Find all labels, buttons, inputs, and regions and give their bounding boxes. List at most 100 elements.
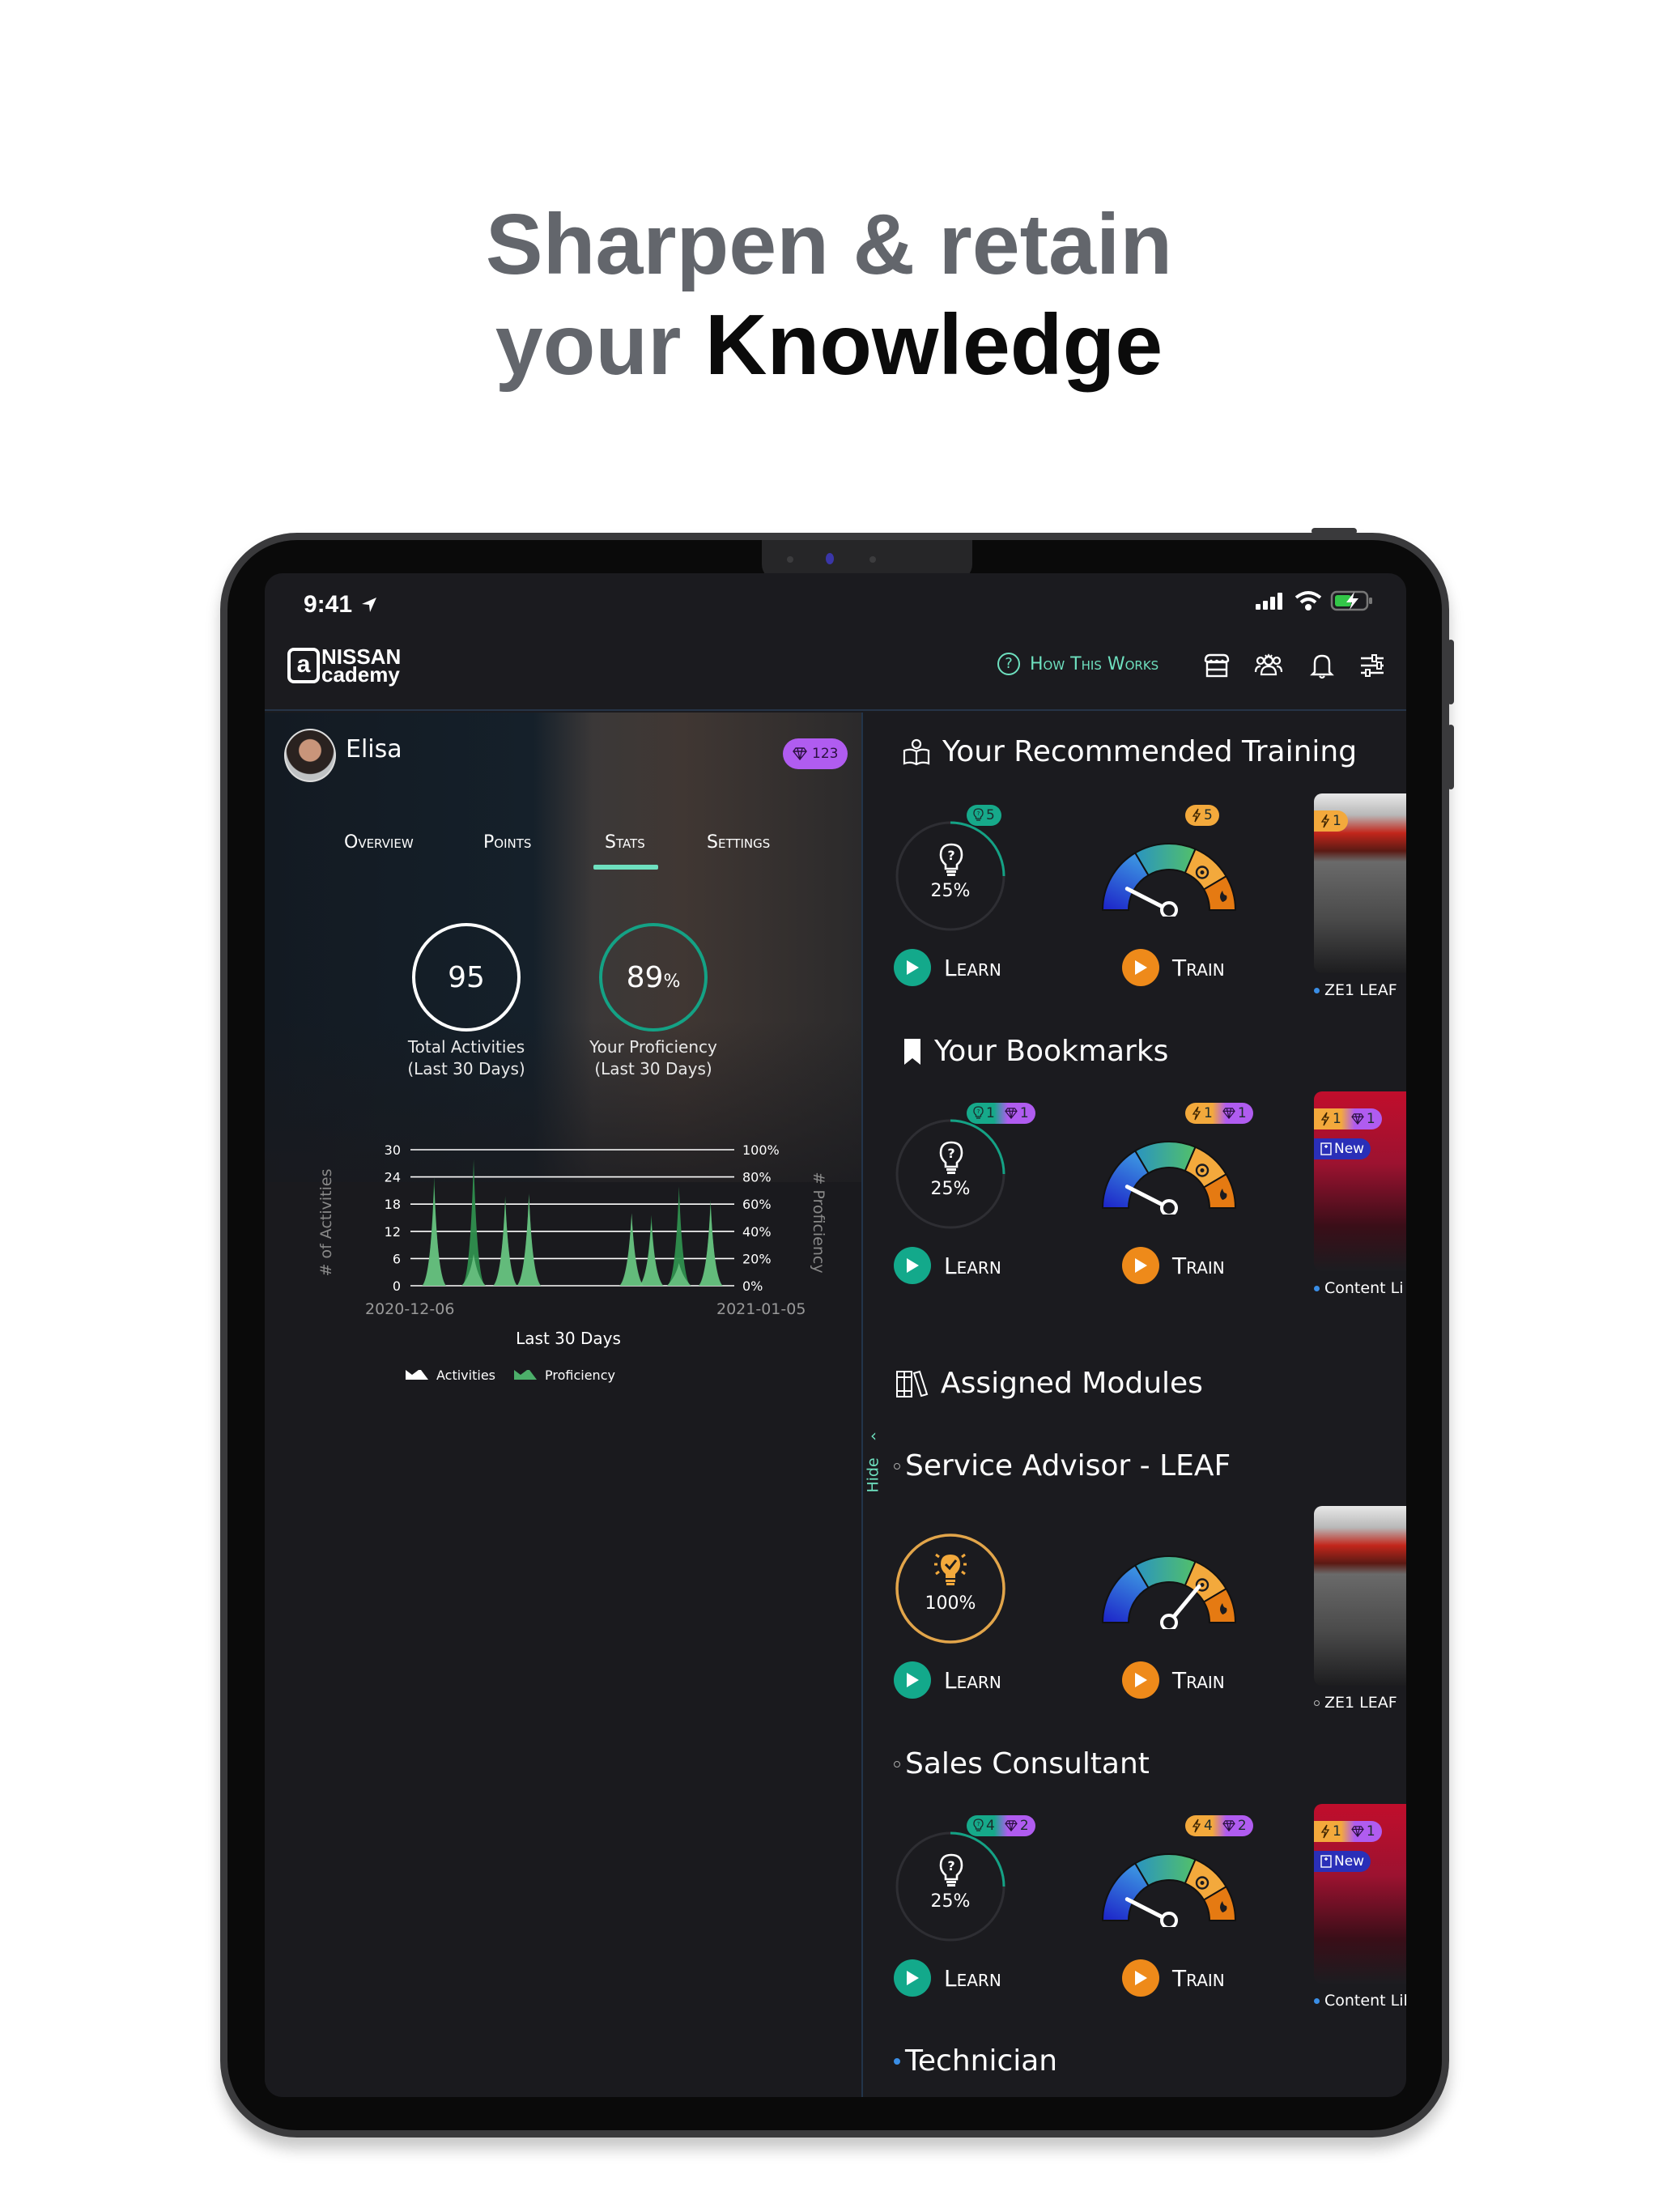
activities-peak <box>619 1213 644 1286</box>
train-button[interactable]: Train <box>1122 1661 1225 1699</box>
y-tick-label: 24 <box>385 1170 401 1185</box>
svg-text:?: ? <box>947 1146 954 1161</box>
activities-peak <box>493 1199 518 1286</box>
reading-person-icon <box>903 738 930 765</box>
gem-points-value: 1 <box>1366 1823 1375 1840</box>
play-circle <box>1122 1247 1159 1284</box>
train-points-pill: 5 <box>1185 805 1219 826</box>
legend-activities: Activities <box>406 1368 495 1383</box>
new-label: New <box>1334 1853 1365 1870</box>
train-gauge <box>1101 843 1237 917</box>
content-card[interactable] <box>1314 1506 1406 1686</box>
device-side-button <box>1448 640 1454 704</box>
learn-points-pill: ? 5 <box>967 805 1001 826</box>
learn-progress-value: 100% <box>925 1593 976 1614</box>
wifi-icon <box>1295 591 1322 610</box>
card-points-pill: 11 <box>1314 1108 1382 1129</box>
total-activities-label-line2: (Last 30 Days) <box>407 1059 525 1078</box>
bolt-points-value: 4 <box>1204 1818 1213 1834</box>
bolt-icon <box>1320 814 1330 828</box>
gem-points-value: 1 <box>1019 1105 1029 1121</box>
module-active-dot <box>894 2057 900 2065</box>
gauge-hub <box>1160 1614 1178 1629</box>
y-tick-label: 12 <box>385 1224 401 1240</box>
battery-charging-icon <box>1330 590 1372 611</box>
learn-button[interactable]: Learn <box>894 1959 1001 1997</box>
promo-headline-line1: Sharpen & retain <box>485 197 1173 292</box>
total-activities-label-line1: Total Activities <box>407 1037 525 1057</box>
gem-icon <box>1222 1820 1235 1831</box>
proficiency-label-line2: (Last 30 Days) <box>594 1059 712 1078</box>
bell-icon[interactable] <box>1307 651 1337 680</box>
play-circle <box>1122 1959 1159 1997</box>
lightbulb-complete-icon <box>934 1553 967 1585</box>
card-label: Content Li <box>1314 1279 1403 1297</box>
team-icon[interactable] <box>1254 651 1283 680</box>
module-name: Sales Consultant <box>905 1747 1150 1780</box>
signal-icon <box>1256 593 1282 610</box>
bulb-points-value: 1 <box>986 1105 995 1121</box>
learn-button[interactable]: Learn <box>894 949 1001 986</box>
module-heading[interactable]: Sales Consultant <box>894 1747 1150 1780</box>
proficiency-label: Your Proficiency (Last 30 Days) <box>572 1036 734 1080</box>
train-label: Train <box>1172 1964 1225 1992</box>
bolt-icon <box>1192 1106 1201 1121</box>
status-icons <box>1254 589 1374 612</box>
training-panel: Your Recommended Training ? 25%? 5 5 Learn T… <box>863 713 1406 2097</box>
recommended-training-title: Your Recommended Training <box>942 735 1358 768</box>
library-books-icon <box>896 1370 929 1397</box>
gem-points-value: 1 <box>1237 1105 1247 1121</box>
tab-overview[interactable]: Overview <box>344 832 414 853</box>
bookmarks-row: ? 25%? 1 1 1 1 Learn Train 1 1 New Content Li <box>863 1091 1406 1312</box>
lightbulb-question-icon: ? <box>939 1853 963 1887</box>
train-button[interactable]: Train <box>1122 949 1225 986</box>
y-axis-label: # of Activities <box>317 1169 335 1277</box>
train-button[interactable]: Train <box>1122 1959 1225 1997</box>
train-points-pill: 42 <box>1185 1815 1253 1836</box>
store-icon[interactable] <box>1202 651 1231 680</box>
proficiency-value: 89 <box>626 960 664 994</box>
train-button[interactable]: Train <box>1122 1247 1225 1284</box>
gem-points-value: 2 <box>1019 1818 1029 1834</box>
bolt-points-value: 1 <box>1333 1111 1341 1127</box>
recommended-training-row: ? 25%? 5 5 Learn Train 1 ZE1 LEAF <box>863 793 1406 1014</box>
gem-icon <box>1005 1108 1018 1119</box>
tab-points[interactable]: Points <box>483 832 531 853</box>
bulb-points-icon: ? <box>973 1819 984 1831</box>
nissan-academy-logo[interactable]: a NISSAN cademy <box>287 646 401 685</box>
sliders-icon[interactable] <box>1358 651 1387 680</box>
module-heading[interactable]: Service Advisor - LEAF <box>894 1449 1231 1482</box>
bolt-icon <box>1192 1819 1201 1833</box>
promo-headline-prefix: your <box>495 297 705 393</box>
new-content-icon <box>1320 1855 1332 1868</box>
new-badge: New <box>1314 1138 1371 1159</box>
train-gauge <box>1101 1853 1237 1927</box>
gauge-hub <box>1160 1912 1178 1927</box>
promo-headline-line2: your Knowledge <box>0 295 1658 395</box>
profile-tabs: Overview Points Stats Settings <box>265 832 861 881</box>
module-heading[interactable]: Technician <box>894 2044 1057 2078</box>
bolt-icon <box>1320 1824 1330 1839</box>
gem-icon <box>1222 1108 1235 1119</box>
card-points-pill: 11 <box>1314 1821 1382 1842</box>
learn-button[interactable]: Learn <box>894 1247 1001 1284</box>
play-icon <box>1135 1971 1147 1985</box>
svg-text:?: ? <box>947 1858 954 1874</box>
legend-activities-swatch <box>406 1370 428 1380</box>
card-title: Content Lil <box>1324 1992 1406 2010</box>
bolt-points-value: 1 <box>1333 813 1341 829</box>
tab-stats[interactable]: Stats <box>605 832 645 853</box>
avatar[interactable] <box>284 729 336 782</box>
camera-sensor <box>869 556 876 563</box>
tab-settings[interactable]: Settings <box>707 832 770 853</box>
new-content-icon <box>1320 1142 1332 1155</box>
play-circle <box>894 949 931 986</box>
location-arrow-icon <box>362 598 376 612</box>
bolt-icon <box>1320 1112 1330 1126</box>
bolt-icon <box>1192 808 1201 823</box>
how-this-works-link[interactable]: ? How This Works <box>997 653 1158 675</box>
y2-tick-label: 20% <box>742 1251 772 1266</box>
learn-button[interactable]: Learn <box>894 1661 1001 1699</box>
logo-mark: a <box>287 648 320 683</box>
bolt-points-value: 1 <box>1204 1105 1213 1121</box>
